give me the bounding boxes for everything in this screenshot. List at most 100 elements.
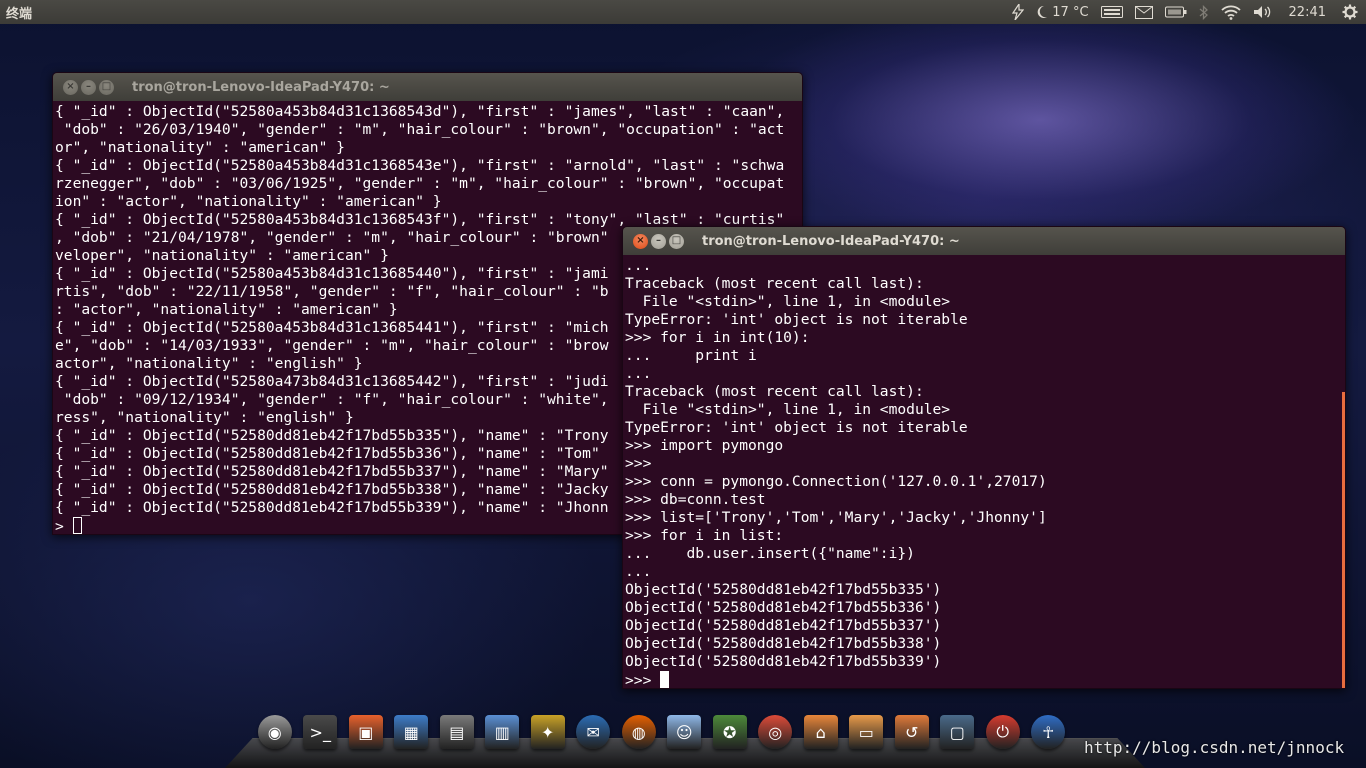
maximize-icon[interactable]: □: [669, 233, 684, 249]
calculator-icon: ▤: [439, 715, 474, 749]
terminal-line: >>>: [625, 455, 652, 472]
terminal-line: File "<stdin>", line 1, in <module>: [625, 293, 951, 310]
dock-item[interactable]: ↺: [889, 710, 935, 754]
dock-item[interactable]: ◎: [753, 710, 799, 754]
lightning-icon[interactable]: [1006, 0, 1030, 24]
thunderbird-icon: ✉: [576, 715, 611, 749]
battery-icon[interactable]: [1159, 0, 1193, 24]
dock-item[interactable]: ☥: [1026, 710, 1072, 754]
window-title: tron@tron-Lenovo-IdeaPad-Y470: ~: [702, 233, 960, 249]
terminal-line: >>> import pymongo: [625, 437, 784, 454]
chat-icon: ☺: [667, 715, 702, 749]
terminal-line: ObjectId('52580dd81eb42f17bd55b338'): [625, 635, 942, 652]
terminal-line: { "_id" : ObjectId("52580a453b84d31c1368…: [55, 157, 785, 174]
accessibility-icon: ☥: [1031, 715, 1066, 749]
dock: ◉ >_ ▣ ▦ ▤ ▥ ✦ ✉ ◍ ☺ ✪ ◎ ⌂ ▭ ↺ ▢ ⏻ ☥: [252, 710, 1071, 754]
dock-item[interactable]: ✪: [707, 710, 753, 754]
close-icon[interactable]: ×: [63, 79, 78, 95]
dock-item[interactable]: ✦: [525, 710, 571, 754]
terminal-line: >>> list=['Trony','Tom','Mary','Jacky','…: [625, 509, 1047, 526]
moon-icon: [1036, 5, 1048, 19]
terminal-line: >>> conn = pymongo.Connection('127.0.0.1…: [625, 473, 1047, 490]
terminal-line: >>> for i in list:: [625, 527, 784, 544]
dock-item[interactable]: ▭: [844, 710, 890, 754]
terminal-icon: >_: [303, 715, 338, 749]
terminal-line: ...: [625, 257, 652, 274]
terminal-line: ... print i: [625, 347, 757, 364]
terminal-line: File "<stdin>", line 1, in <module>: [625, 401, 951, 418]
dock-item[interactable]: ▤: [434, 710, 480, 754]
terminal-line: >>> db=conn.test: [625, 491, 766, 508]
dock-item[interactable]: ◉: [252, 710, 298, 754]
maps-icon: ✪: [712, 715, 747, 749]
ubuntu-icon: ◉: [257, 715, 292, 749]
window-titlebar[interactable]: × – □ tron@tron-Lenovo-IdeaPad-Y470: ~: [623, 227, 1345, 255]
terminal-line: Traceback (most recent call last):: [625, 275, 924, 292]
dock-item[interactable]: ☺: [662, 710, 708, 754]
close-icon[interactable]: ×: [633, 233, 648, 249]
bluetooth-icon[interactable]: [1193, 0, 1215, 24]
terminal-line: ObjectId('52580dd81eb42f17bd55b336'): [625, 599, 942, 616]
terminal-line: ...: [625, 365, 652, 382]
clock-label[interactable]: 22:41: [1279, 0, 1336, 24]
terminal-line: >>> for i in int(10):: [625, 329, 810, 346]
maximize-icon[interactable]: □: [99, 79, 114, 95]
terminal-line: ObjectId('52580dd81eb42f17bd55b335'): [625, 581, 942, 598]
terminal-line: ...: [625, 563, 652, 580]
dock-item[interactable]: ◍: [616, 710, 662, 754]
weather-indicator[interactable]: 17 °C: [1030, 0, 1094, 24]
mail-icon[interactable]: [1129, 0, 1159, 24]
text-cursor: [660, 671, 670, 688]
dock-item[interactable]: ▣: [343, 710, 389, 754]
window-title: tron@tron-Lenovo-IdeaPad-Y470: ~: [132, 79, 390, 95]
dock-item[interactable]: ⏻: [980, 710, 1026, 754]
dock-item[interactable]: ▥: [480, 710, 526, 754]
prompt: >: [55, 518, 73, 535]
terminal-line: ... db.user.insert({"name":i}): [625, 545, 915, 562]
terminal-line: ObjectId('52580dd81eb42f17bd55b339'): [625, 653, 942, 670]
app-title: 终端: [6, 6, 33, 22]
chrome-icon: ◎: [758, 715, 793, 749]
terminal-line: "dob" : "26/03/1940", "gender" : "m", "h…: [55, 121, 785, 138]
image-viewer-icon: ▦: [394, 715, 429, 749]
workspace-switcher-icon: ▢: [940, 715, 975, 749]
software-center-icon: ▣: [348, 715, 383, 749]
terminal-line: TypeError: 'int' object is not iterable: [625, 419, 968, 436]
dock-item[interactable]: ⌂: [798, 710, 844, 754]
text-cursor: [72, 517, 82, 534]
minimize-icon[interactable]: –: [81, 79, 96, 95]
top-panel: 终端 17 °C 22:41: [0, 0, 1366, 24]
window-titlebar[interactable]: × – □ tron@tron-Lenovo-IdeaPad-Y470: ~: [53, 73, 802, 101]
temperature-label: 17 °C: [1052, 4, 1089, 20]
prompt: >>>: [625, 672, 661, 689]
terminal-line: rzenegger", "dob" : "03/06/1925", "gende…: [55, 175, 785, 192]
files-icon: ▭: [849, 715, 884, 749]
dock-item[interactable]: ✉: [571, 710, 617, 754]
minimize-icon[interactable]: –: [651, 233, 666, 249]
scrollbar[interactable]: [1342, 392, 1345, 688]
terminal-line: ObjectId('52580dd81eb42f17bd55b337'): [625, 617, 942, 634]
document-viewer-icon: ▥: [485, 715, 520, 749]
terminal-line: TypeError: 'int' object is not iterable: [625, 311, 968, 328]
backup-icon: ↺: [894, 715, 929, 749]
volume-icon[interactable]: [1247, 0, 1279, 24]
dock-item[interactable]: >_: [298, 710, 344, 754]
terminal-window-front[interactable]: × – □ tron@tron-Lenovo-IdeaPad-Y470: ~ .…: [622, 226, 1346, 689]
terminal-prompt-line[interactable]: >>>: [625, 671, 1345, 689]
terminal-line: { "_id" : ObjectId("52580a453b84d31c1368…: [55, 103, 785, 120]
shutdown-icon: ⏻: [985, 715, 1020, 749]
indicator-area: 17 °C 22:41: [1006, 0, 1366, 24]
dock-item[interactable]: ▢: [935, 710, 981, 754]
watermark-text: http://blog.csdn.net/jnnock: [1084, 738, 1345, 757]
wifi-icon[interactable]: [1215, 0, 1247, 24]
keyboard-icon[interactable]: [1095, 0, 1129, 24]
terminal-line: ion" : "actor", "nationality" : "america…: [55, 193, 442, 210]
gear-icon[interactable]: [1336, 0, 1366, 24]
terminal-line: or", "nationality" : "american" }: [55, 139, 345, 156]
home-folder-icon: ⌂: [803, 715, 838, 749]
firefox-icon: ◍: [621, 715, 656, 749]
dock-item[interactable]: ▦: [389, 710, 435, 754]
terminal-output[interactable]: ... Traceback (most recent call last): Fi…: [623, 255, 1345, 689]
photos-icon: ✦: [530, 715, 565, 749]
terminal-line: Traceback (most recent call last):: [625, 383, 924, 400]
